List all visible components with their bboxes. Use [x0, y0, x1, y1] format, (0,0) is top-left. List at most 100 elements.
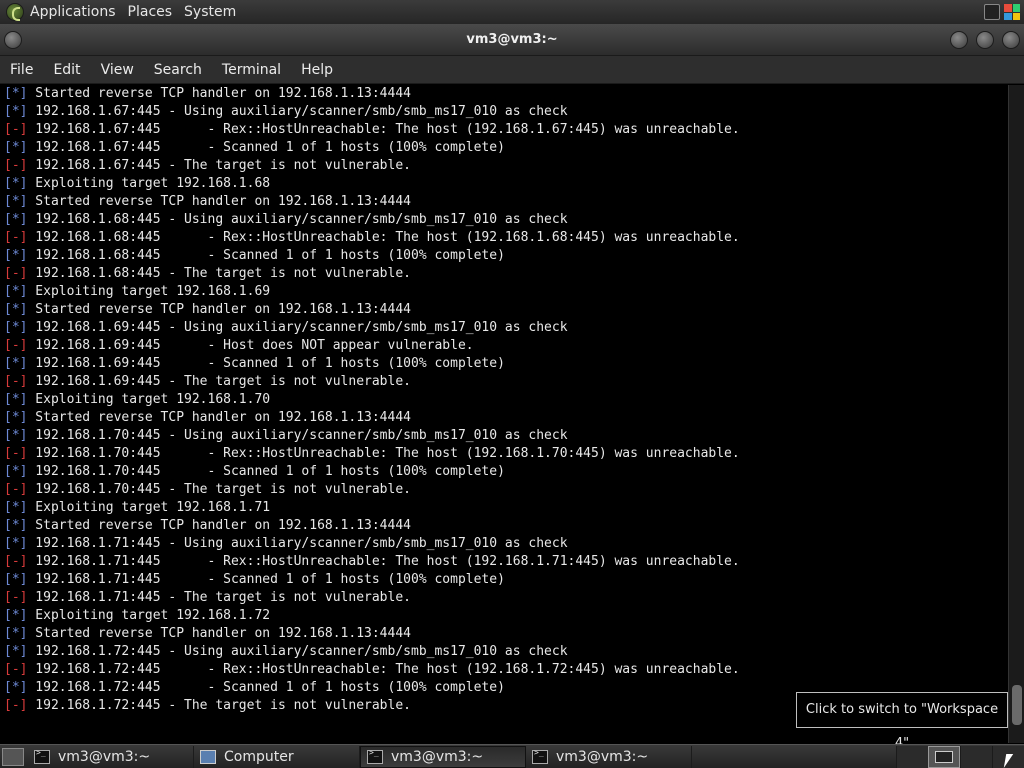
terminal-line: [-] 192.168.1.71:445 - The target is not… [4, 589, 1008, 607]
terminal-scrollbar[interactable] [1008, 85, 1024, 743]
info-tag: [*] [4, 194, 28, 209]
terminal-line: [*] 192.168.1.68:445 - Scanned 1 of 1 ho… [4, 247, 1008, 265]
terminal-line: [-] 192.168.1.68:445 - The target is not… [4, 265, 1008, 283]
close-button[interactable] [1002, 31, 1020, 49]
window-title: vm3@vm3:~ [466, 32, 558, 47]
error-tag: [-] [4, 662, 28, 677]
system-menu-label: System [184, 4, 237, 20]
applications-menu-label: Applications [30, 4, 116, 20]
info-tag: [*] [4, 392, 28, 407]
terminal-line: [*] 192.168.1.71:445 - Scanned 1 of 1 ho… [4, 571, 1008, 589]
system-menu[interactable]: System [178, 0, 242, 24]
terminal-line-text: 192.168.1.71:445 - Using auxiliary/scann… [27, 536, 568, 551]
terminal-line-text: Started reverse TCP handler on 192.168.1… [27, 626, 411, 641]
info-tag: [*] [4, 302, 28, 317]
error-tag: [-] [4, 446, 28, 461]
terminal-line: [*] 192.168.1.70:445 - Scanned 1 of 1 ho… [4, 463, 1008, 481]
info-tag: [*] [4, 320, 28, 335]
info-tag: [*] [4, 176, 28, 191]
terminal-line-text: 192.168.1.70:445 - Rex::HostUnreachable:… [27, 446, 740, 461]
terminal-line-text: 192.168.1.67:445 - Using auxiliary/scann… [27, 104, 568, 119]
windows-flag-tray-icon[interactable] [1004, 4, 1020, 20]
terminal-line-text: 192.168.1.68:445 - Scanned 1 of 1 hosts … [27, 248, 505, 263]
window-titlebar[interactable]: vm3@vm3:~ [0, 24, 1024, 56]
info-tag: [*] [4, 104, 28, 119]
terminal-line: [*] Exploiting target 192.168.1.72 [4, 607, 1008, 625]
taskbar-item-label: Computer [224, 748, 294, 765]
scrollbar-thumb[interactable] [1012, 685, 1022, 725]
terminal-line-text: Exploiting target 192.168.1.72 [27, 608, 271, 623]
places-menu[interactable]: Places [122, 0, 179, 24]
taskbar-item-active[interactable]: vm3@vm3:~ [360, 745, 526, 768]
terminal-icon [532, 748, 548, 764]
maximize-button[interactable] [976, 31, 994, 49]
terminal-line-text: 192.168.1.69:445 - Using auxiliary/scann… [27, 320, 568, 335]
taskbar-item[interactable]: vm3@vm3:~ [526, 745, 692, 768]
info-tag: [*] [4, 428, 28, 443]
workspace-3[interactable] [960, 745, 992, 768]
taskbar-item-label: vm3@vm3:~ [391, 748, 484, 765]
terminal-output[interactable]: [*] Started reverse TCP handler on 192.1… [0, 85, 1008, 743]
info-tag: [*] [4, 86, 28, 101]
terminal-icon [367, 748, 383, 764]
workspace-1[interactable] [896, 745, 928, 768]
terminal-line: [-] 192.168.1.67:445 - The target is not… [4, 157, 1008, 175]
terminal-line-text: 192.168.1.67:445 - Rex::HostUnreachable:… [27, 122, 740, 137]
menu-help[interactable]: Help [291, 56, 343, 84]
info-tag: [*] [4, 464, 28, 479]
terminal-line: [*] Started reverse TCP handler on 192.1… [4, 85, 1008, 103]
system-tray [984, 4, 1024, 20]
info-tag: [*] [4, 536, 28, 551]
terminal-line-text: 192.168.1.68:445 - Using auxiliary/scann… [27, 212, 568, 227]
workspace-2[interactable] [928, 745, 960, 768]
taskbar-item[interactable]: vm3@vm3:~ [28, 745, 194, 768]
error-tag: [-] [4, 266, 28, 281]
terminal-line-text: 192.168.1.72:445 - Using auxiliary/scann… [27, 644, 568, 659]
terminal-line-text: Exploiting target 192.168.1.68 [27, 176, 271, 191]
distro-logo-icon [6, 3, 24, 21]
info-tag: [*] [4, 356, 28, 371]
terminal-line-text: 192.168.1.70:445 - Using auxiliary/scann… [27, 428, 568, 443]
applications-menu[interactable]: Applications [0, 0, 122, 24]
terminal-line: [*] Exploiting target 192.168.1.71 [4, 499, 1008, 517]
menu-view[interactable]: View [91, 56, 144, 84]
info-tag: [*] [4, 284, 28, 299]
error-tag: [-] [4, 554, 28, 569]
terminal-line-text: Started reverse TCP handler on 192.168.1… [27, 86, 411, 101]
terminal-line-text: 192.168.1.69:445 - The target is not vul… [27, 374, 411, 389]
terminal-line-text: Started reverse TCP handler on 192.168.1… [27, 302, 411, 317]
window-thumbnail-icon [935, 750, 953, 763]
show-desktop-button[interactable] [2, 747, 24, 766]
terminal-line: [*] Started reverse TCP handler on 192.1… [4, 625, 1008, 643]
terminal-line-text: 192.168.1.69:445 - Host does NOT appear … [27, 338, 474, 353]
terminal-line: [*] Exploiting target 192.168.1.70 [4, 391, 1008, 409]
info-tag: [*] [4, 248, 28, 263]
computer-icon [200, 749, 216, 764]
terminal-line-text: 192.168.1.72:445 - Rex::HostUnreachable:… [27, 662, 740, 677]
menu-terminal[interactable]: Terminal [212, 56, 291, 84]
terminal-menubar: File Edit View Search Terminal Help [0, 56, 1024, 84]
terminal-line: [-] 192.168.1.68:445 - Rex::HostUnreacha… [4, 229, 1008, 247]
terminal-line: [-] 192.168.1.70:445 - Rex::HostUnreacha… [4, 445, 1008, 463]
terminal-line: [*] 192.168.1.67:445 - Using auxiliary/s… [4, 103, 1008, 121]
terminal-line: [*] Started reverse TCP handler on 192.1… [4, 193, 1008, 211]
terminal-line: [*] Started reverse TCP handler on 192.1… [4, 517, 1008, 535]
menu-edit[interactable]: Edit [43, 56, 90, 84]
bottom-panel: vm3@vm3:~ Computer vm3@vm3:~ vm3@vm3:~ [0, 744, 1024, 768]
minimize-button[interactable] [950, 31, 968, 49]
terminal-line-text: 192.168.1.71:445 - Scanned 1 of 1 hosts … [27, 572, 505, 587]
window-menu-button[interactable] [4, 31, 22, 49]
terminal-line-text: 192.168.1.71:445 - The target is not vul… [27, 590, 411, 605]
error-tag: [-] [4, 374, 28, 389]
terminal-line-text: 192.168.1.71:445 - Rex::HostUnreachable:… [27, 554, 740, 569]
menu-file[interactable]: File [0, 56, 43, 84]
terminal-line: [*] 192.168.1.68:445 - Using auxiliary/s… [4, 211, 1008, 229]
terminal-line-text: Exploiting target 192.168.1.71 [27, 500, 271, 515]
terminal-line-text: Exploiting target 192.168.1.70 [27, 392, 271, 407]
terminal-line-text: 192.168.1.72:445 - The target is not vul… [27, 698, 411, 713]
taskbar-item[interactable]: Computer [194, 745, 360, 768]
screenshot-tray-icon[interactable] [984, 4, 1000, 20]
info-tag: [*] [4, 140, 28, 155]
menu-search[interactable]: Search [144, 56, 212, 84]
taskbar-item-label: vm3@vm3:~ [556, 748, 649, 765]
